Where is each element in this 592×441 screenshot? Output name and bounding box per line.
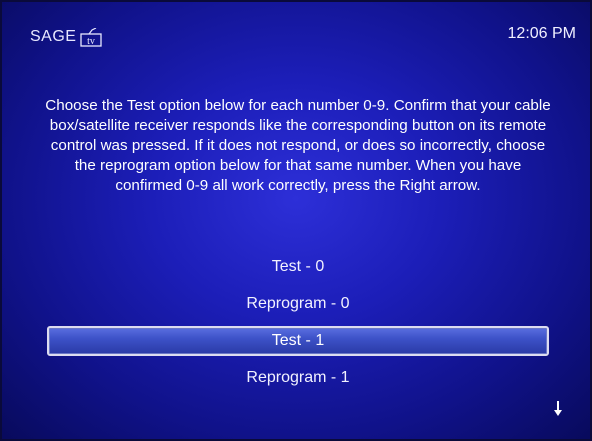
option-test-1[interactable]: Test - 1 — [47, 326, 549, 356]
instructions-text: Choose the Test option below for each nu… — [45, 97, 551, 194]
options-list: Test - 0 Reprogram - 0 Test - 1 Reprogra… — [2, 255, 590, 403]
tv-icon: tv — [80, 27, 103, 47]
option-test-0[interactable]: Test - 0 — [48, 255, 548, 279]
screen: SAGE tv 12:06 PM Choose the Test option … — [0, 0, 592, 441]
clock: 12:06 PM — [507, 25, 576, 42]
svg-text:tv: tv — [88, 36, 96, 47]
sagetv-logo: SAGE tv — [30, 26, 103, 48]
option-reprogram-0[interactable]: Reprogram - 0 — [48, 292, 548, 316]
logo-text: SAGE — [30, 28, 77, 45]
arrow-down-icon[interactable] — [553, 401, 563, 417]
option-reprogram-1[interactable]: Reprogram - 1 — [48, 366, 548, 390]
